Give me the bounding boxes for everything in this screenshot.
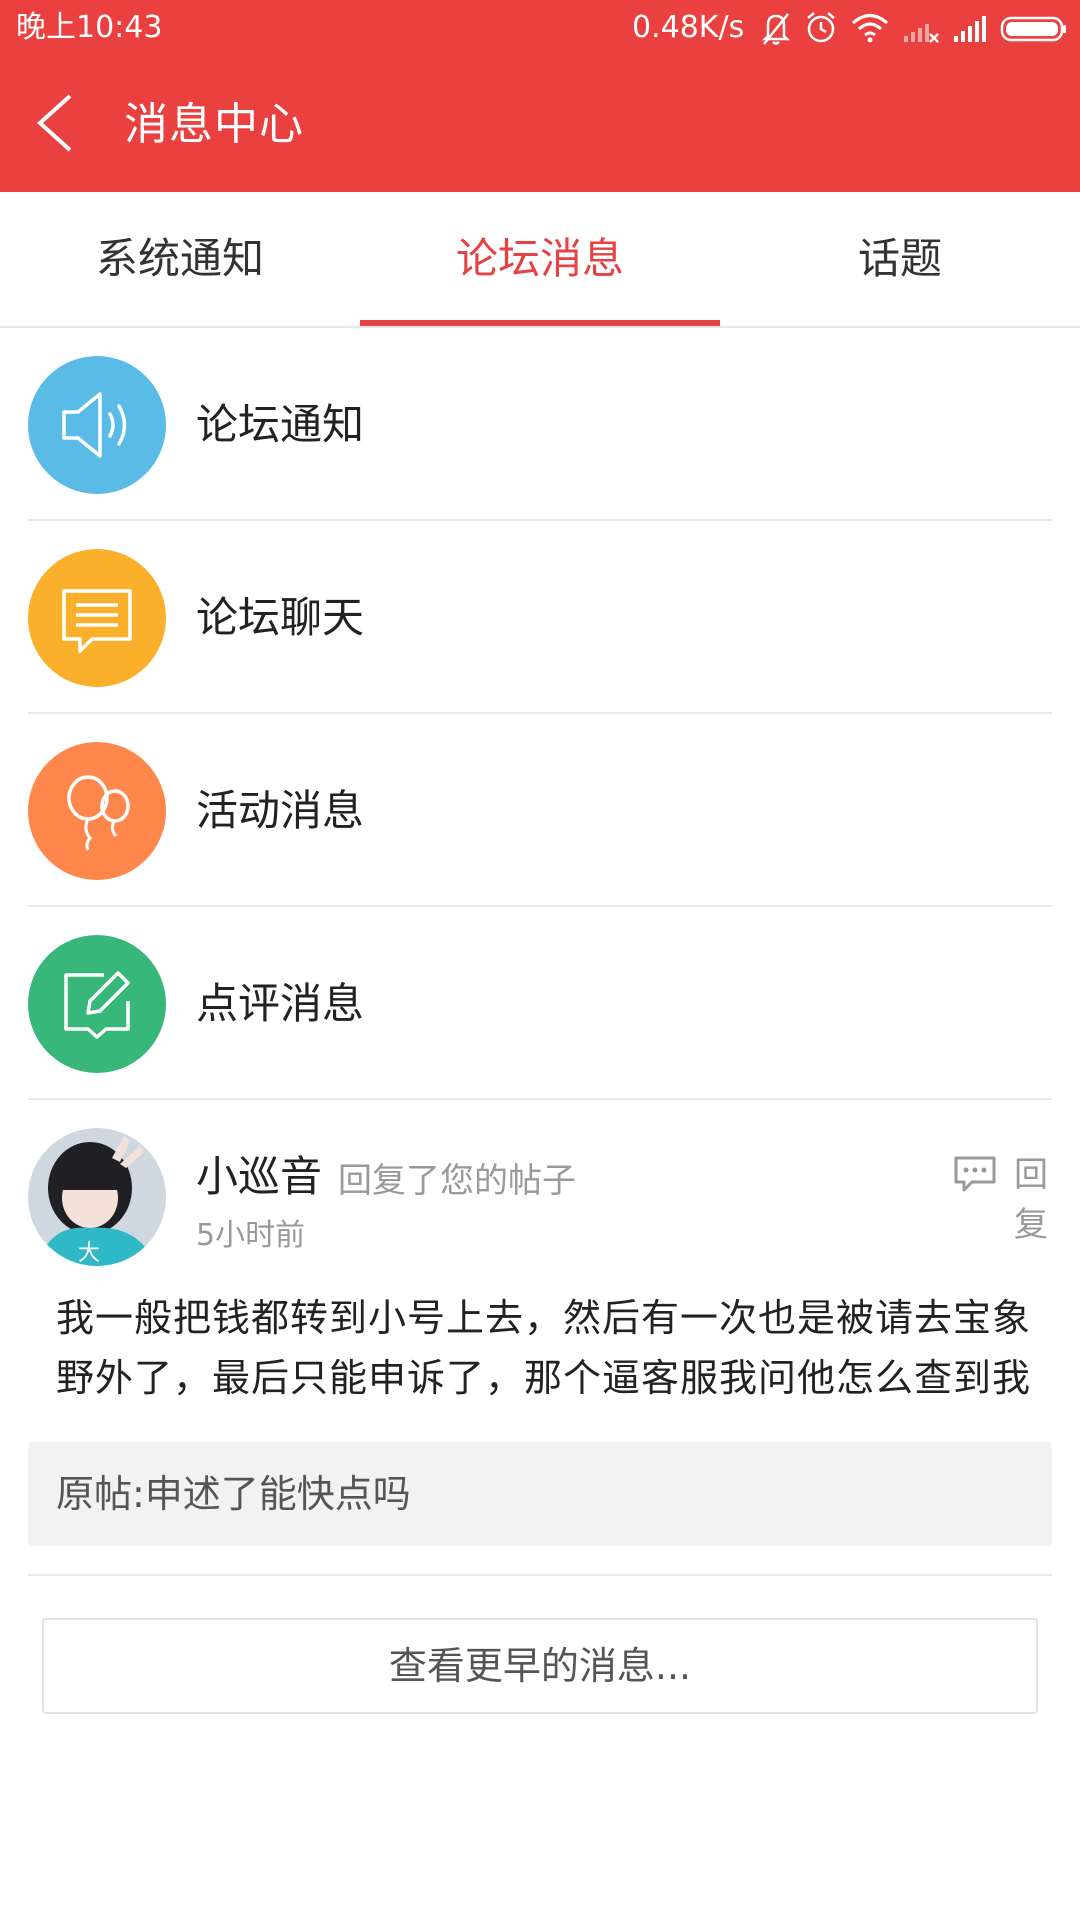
tab-system-notice[interactable]: 系统通知: [0, 192, 360, 326]
reply-action-text: 回复了您的帖子: [338, 1161, 576, 1201]
status-time: 晚上10:43: [16, 10, 163, 45]
reply-button-label: 回复: [1014, 1155, 1048, 1245]
page-title: 消息中心: [124, 99, 304, 150]
back-button[interactable]: [28, 88, 88, 158]
list-item-activity-messages[interactable]: 活动消息: [28, 714, 1052, 907]
list-item-forum-chat[interactable]: 论坛聊天: [28, 521, 1052, 714]
tab-forum-messages[interactable]: 论坛消息: [360, 192, 720, 326]
status-bar: 晚上10:43 0.48K/s: [0, 0, 1080, 58]
reply-username[interactable]: 小巡音: [196, 1150, 322, 1204]
tab-bar: 系统通知 论坛消息 话题: [0, 192, 1080, 328]
reply-timestamp: 5小时前: [196, 1218, 306, 1253]
edit-icon: [28, 935, 166, 1073]
alarm-icon: [807, 12, 835, 43]
svg-text:大: 大: [78, 1241, 100, 1266]
battery-icon: [1000, 16, 1066, 42]
active-tab-indicator: [360, 320, 720, 326]
list-item-label: 论坛通知: [196, 400, 365, 449]
signal-none-icon: [904, 24, 939, 43]
app-header: 消息中心: [0, 58, 1080, 192]
load-earlier-messages-button[interactable]: 查看更早的消息...: [42, 1618, 1038, 1714]
list-item-label: 论坛聊天: [196, 593, 365, 642]
status-network-speed: 0.48K/s: [632, 10, 745, 45]
list-item-label: 点评消息: [196, 979, 365, 1028]
tab-topics[interactable]: 话题: [720, 192, 1080, 326]
balloon-icon: [28, 742, 166, 880]
signal-full-icon: [954, 16, 986, 42]
list-item-label: 活动消息: [196, 786, 365, 835]
reply-content: 我一般把钱都转到小号上去，然后有一次也是被请去宝象野外了，最后只能申诉了，那个逼…: [56, 1296, 1032, 1400]
speaker-icon: [28, 356, 166, 494]
bell-muted-icon: [761, 13, 791, 45]
wifi-icon: [852, 14, 888, 43]
list-item-review-messages[interactable]: 点评消息: [28, 907, 1052, 1100]
chevron-left-icon: [37, 94, 72, 152]
comment-icon: [954, 1156, 996, 1192]
original-post-quote[interactable]: 原帖:申述了能快点吗: [28, 1442, 1052, 1546]
original-post-text: 原帖:申述了能快点吗: [56, 1472, 411, 1516]
reply-message-card[interactable]: 大 小巡音 回复了您的帖子 5小时前 回复 我一般把钱都转到小号上去，然后有一次…: [28, 1102, 1052, 1576]
chat-icon: [28, 549, 166, 687]
reply-button[interactable]: 回复: [922, 1150, 1052, 1245]
avatar[interactable]: 大: [28, 1128, 166, 1266]
list-item-forum-notice[interactable]: 论坛通知: [28, 328, 1052, 521]
